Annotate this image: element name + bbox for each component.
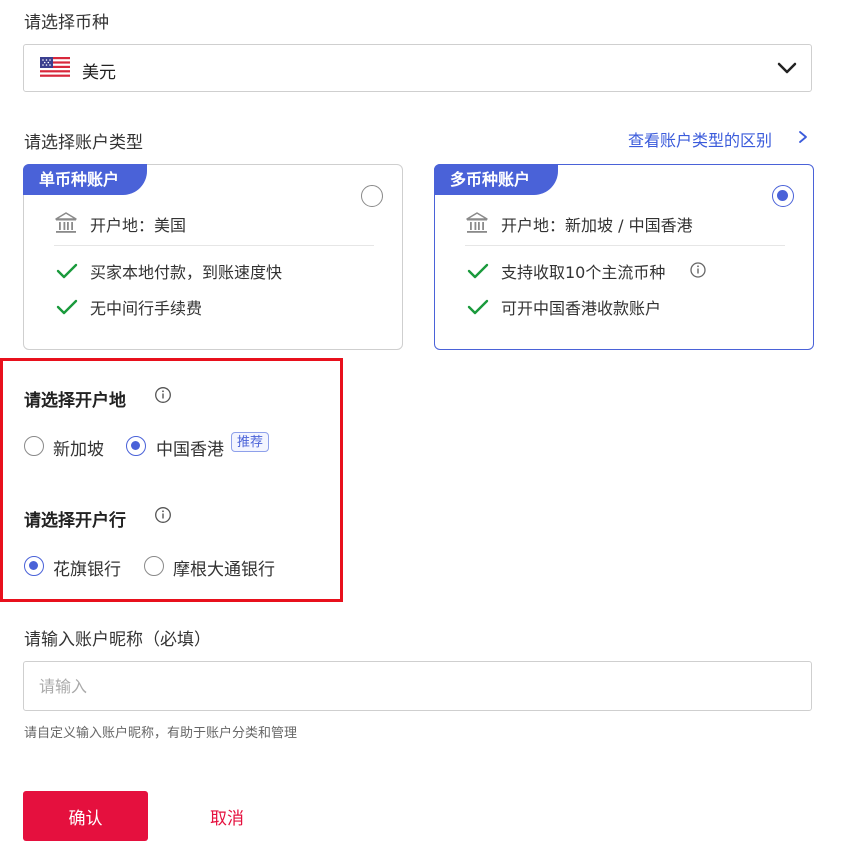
check-icon bbox=[467, 263, 489, 279]
single-currency-radio[interactable] bbox=[361, 185, 383, 207]
card-feature: 买家本地付款，到账速度快 bbox=[90, 263, 283, 282]
check-icon bbox=[56, 299, 78, 315]
us-flag-icon bbox=[40, 57, 70, 79]
location-option-label[interactable]: 新加坡 bbox=[53, 435, 104, 460]
card-location: 开户地：美国 bbox=[90, 216, 187, 235]
currency-select[interactable]: 美元 bbox=[23, 44, 812, 92]
card-divider bbox=[54, 245, 374, 246]
location-radio-hongkong[interactable] bbox=[126, 436, 146, 456]
card-location: 开户地：新加坡 / 中国香港 bbox=[501, 216, 693, 235]
card-tag: 多币种账户 bbox=[434, 164, 559, 195]
bank-icon bbox=[466, 212, 488, 233]
bank-icon bbox=[55, 212, 77, 233]
location-option-label[interactable]: 中国香港 bbox=[156, 435, 224, 460]
bank-option-label[interactable]: 花旗银行 bbox=[53, 555, 121, 580]
recommended-badge: 推荐 bbox=[231, 432, 270, 452]
card-feature: 支持收取10个主流币种 bbox=[501, 263, 666, 282]
location-radio-singapore[interactable] bbox=[24, 436, 44, 456]
open-location-label: 请选择开户地 bbox=[24, 391, 126, 411]
confirm-button[interactable]: 确认 bbox=[23, 791, 148, 841]
bank-radio-jpmorgan[interactable] bbox=[144, 556, 164, 576]
card-feature: 无中间行手续费 bbox=[90, 299, 203, 318]
open-bank-label: 请选择开户行 bbox=[24, 511, 126, 531]
check-icon bbox=[56, 263, 78, 279]
compare-account-types-link[interactable]: 查看账户类型的区别 bbox=[628, 127, 772, 151]
nickname-hint: 请自定义输入账户昵称，有助于账户分类和管理 bbox=[24, 726, 298, 741]
account-type-label: 请选择账户类型 bbox=[24, 133, 143, 153]
currency-label: 请选择币种 bbox=[24, 13, 109, 33]
info-icon[interactable] bbox=[689, 261, 707, 279]
currency-selected-value: 美元 bbox=[82, 63, 116, 83]
chevron-right-icon[interactable] bbox=[798, 130, 808, 144]
card-feature: 可开中国香港收款账户 bbox=[501, 299, 662, 318]
multi-currency-account-card[interactable]: 多币种账户 开户地：新加坡 / 中国香港 支持收取10个主流币种 可开中国香港收… bbox=[434, 164, 814, 350]
bank-option-label[interactable]: 摩根大通银行 bbox=[173, 555, 275, 580]
nickname-input[interactable] bbox=[23, 661, 812, 711]
chevron-down-icon bbox=[777, 62, 797, 74]
info-icon[interactable] bbox=[154, 386, 172, 404]
multi-currency-radio[interactable] bbox=[772, 185, 794, 207]
single-currency-account-card[interactable]: 单币种账户 开户地：美国 买家本地付款，到账速度快 无中间行手续费 bbox=[23, 164, 403, 350]
check-icon bbox=[467, 299, 489, 315]
card-tag: 单币种账户 bbox=[23, 164, 148, 195]
bank-radio-citi[interactable] bbox=[24, 556, 44, 576]
card-divider bbox=[465, 245, 785, 246]
info-icon[interactable] bbox=[154, 506, 172, 524]
nickname-label: 请输入账户昵称（必填） bbox=[24, 630, 211, 650]
cancel-button[interactable]: 取消 bbox=[192, 791, 262, 841]
